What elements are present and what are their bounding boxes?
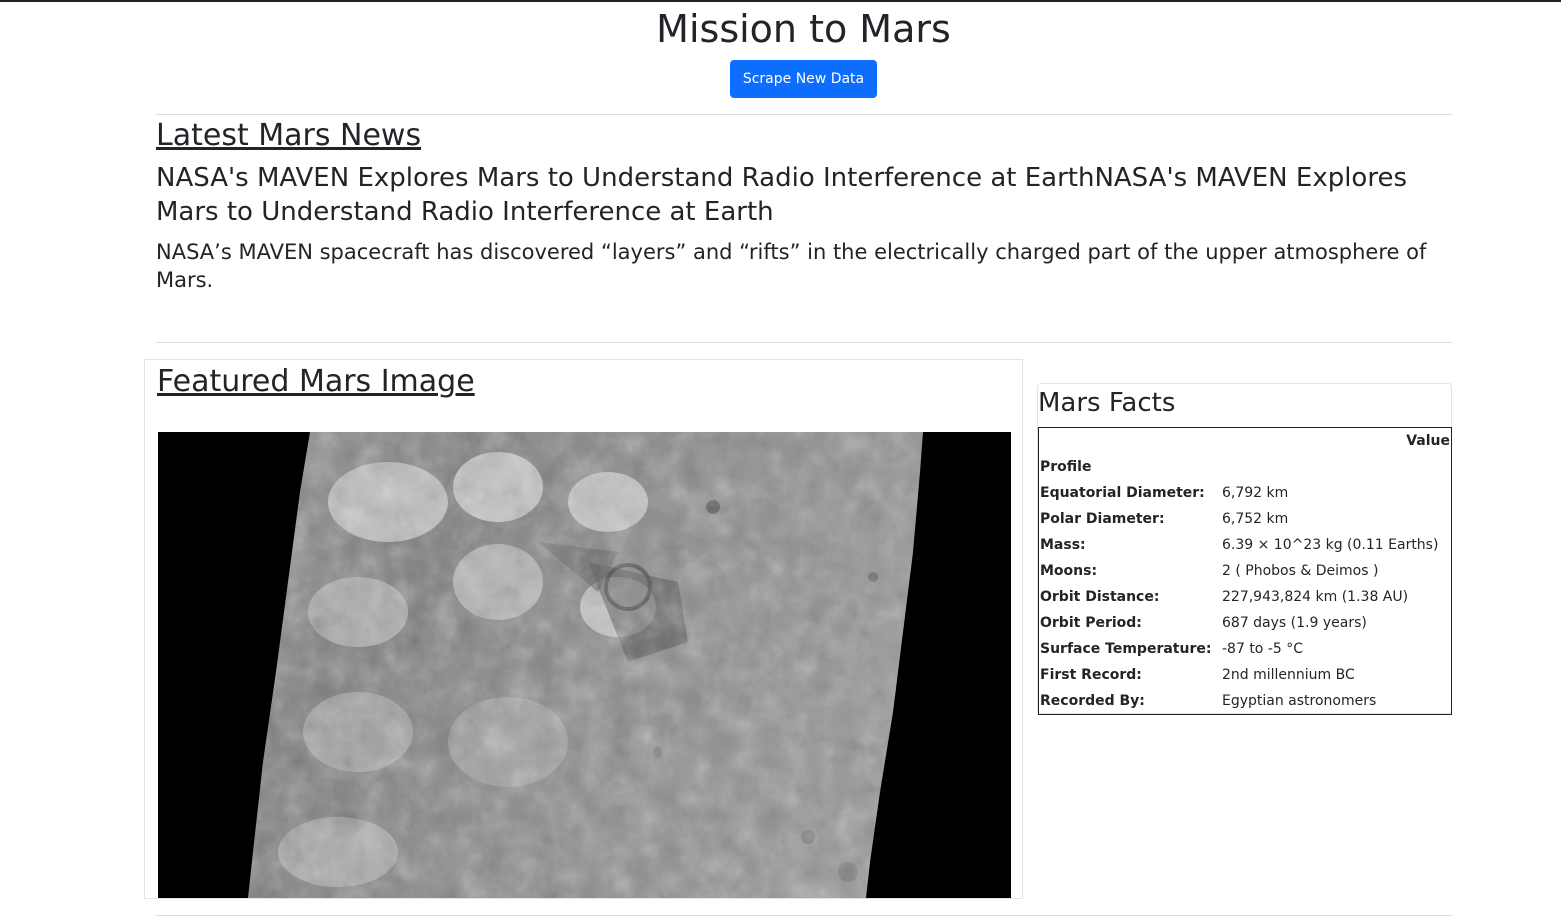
mars-facts-heading: Mars Facts (1038, 388, 1176, 418)
table-header-value: Value (1406, 433, 1450, 449)
fact-label: Orbit Distance: (1040, 589, 1160, 605)
fact-label: Polar Diameter: (1040, 511, 1165, 527)
news-title: NASA's MAVEN Explores Mars to Understand… (156, 163, 1407, 227)
table-row: First Record: 2nd millennium BC (1039, 662, 1452, 688)
fact-value: 6,752 km (1222, 511, 1289, 527)
featured-image-heading: Featured Mars Image (157, 364, 475, 399)
news-paragraph: NASA’s MAVEN spacecraft has discovered “… (156, 240, 1427, 292)
fact-label: Surface Temperature: (1040, 641, 1212, 657)
fact-value: 6,792 km (1222, 485, 1289, 501)
table-header-row: Value (1039, 428, 1452, 455)
divider (156, 342, 1452, 343)
table-row: Surface Temperature: -87 to -5 °C (1039, 636, 1452, 662)
scrape-new-data-button[interactable]: Scrape New Data (730, 60, 877, 98)
fact-value: -87 to -5 °C (1222, 641, 1304, 657)
table-row: Equatorial Diameter: 6,792 km (1039, 480, 1452, 506)
fact-label: Moons: (1040, 563, 1098, 579)
fact-value: 6.39 × 10^23 kg (0.11 Earths) (1222, 537, 1439, 553)
fact-label: Mass: (1040, 537, 1086, 553)
fact-value: 227,943,824 km (1.38 AU) (1222, 589, 1409, 605)
mars-terrain-graphic (158, 432, 1011, 898)
fact-value: Egyptian astronomers (1222, 693, 1377, 709)
table-row: Orbit Period: 687 days (1.9 years) (1039, 610, 1452, 636)
divider (156, 114, 1452, 115)
table-index-header: Profile (1040, 459, 1092, 475)
table-row: Moons: 2 ( Phobos & Deimos ) (1039, 558, 1452, 584)
latest-news-heading: Latest Mars News (156, 118, 422, 153)
fact-label: Equatorial Diameter: (1040, 485, 1205, 501)
page-title: Mission to Mars (656, 7, 951, 51)
divider (156, 915, 1452, 916)
table-row: Polar Diameter: 6,752 km (1039, 506, 1452, 532)
fact-value: 2 ( Phobos & Deimos ) (1222, 563, 1379, 579)
fact-value: 687 days (1.9 years) (1222, 615, 1367, 631)
fact-value: 2nd millennium BC (1222, 667, 1355, 683)
fact-label: First Record: (1040, 667, 1142, 683)
featured-image-card: Featured Mars Image (144, 359, 1023, 899)
fact-label: Orbit Period: (1040, 615, 1142, 631)
fact-label: Recorded By: (1040, 693, 1145, 709)
featured-mars-image (158, 432, 1011, 898)
table-index-empty (1221, 454, 1452, 480)
mars-facts-table: Value Profile Equatorial Diameter: 6,792… (1038, 427, 1452, 715)
table-row: Orbit Distance: 227,943,824 km (1.38 AU) (1039, 584, 1452, 610)
table-row: Recorded By: Egyptian astronomers (1039, 688, 1452, 715)
table-header-empty (1039, 428, 1222, 455)
table-index-row: Profile (1039, 454, 1452, 480)
mars-facts-card: Mars Facts Value Profile Equatorial Diam… (1037, 383, 1452, 715)
table-row: Mass: 6.39 × 10^23 kg (0.11 Earths) (1039, 532, 1452, 558)
